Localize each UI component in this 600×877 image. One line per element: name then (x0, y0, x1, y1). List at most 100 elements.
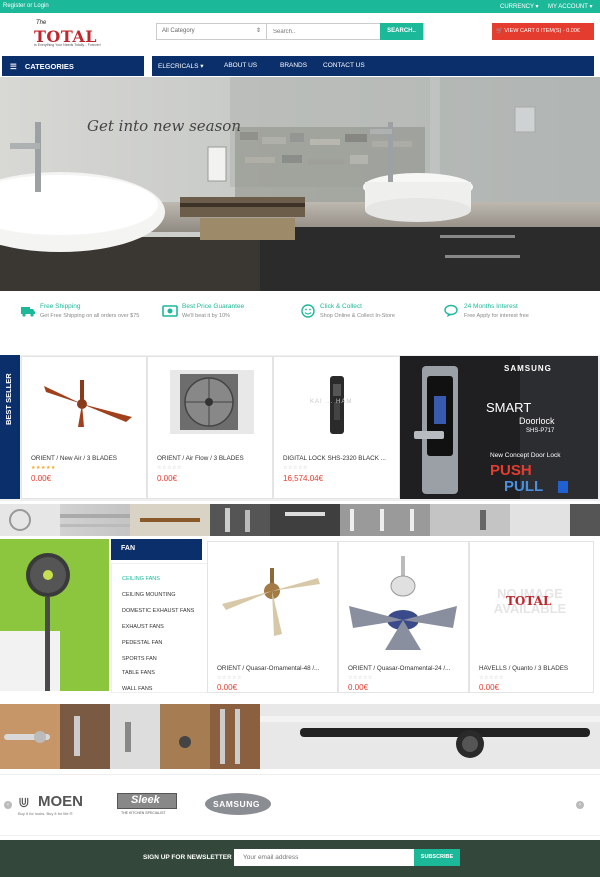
lock-brand-watermark: KAI ... HAM (310, 399, 353, 405)
auth-separator: or (25, 3, 35, 9)
feature-title: Click & Collect (320, 303, 362, 310)
carousel-next-icon[interactable]: › (576, 801, 584, 809)
brand-sleek-name: Sleek (131, 794, 160, 806)
site-logo[interactable]: The TOTAL Is Everything Your Needs Total… (34, 20, 106, 50)
brands-carousel: ‹ › ⋓ MOEN Buy it for looks. Buy it for … (0, 774, 600, 836)
samsung-doorlock-ad[interactable]: SAMSUNG SMART Doorlock SHS-P717 New Conc… (400, 356, 598, 499)
subscribe-button[interactable]: SUBSCRIBE (414, 849, 460, 866)
fan-menu-item[interactable]: SPORTS FAN (122, 656, 157, 660)
product-name[interactable]: ORIENT / Quasar-Ornamental-24 /... (348, 665, 472, 672)
fan-menu-item[interactable]: CEILING MOUNTING (122, 592, 175, 598)
brand-sleek-tagline: THE KITCHEN SPECIALIST (121, 811, 166, 815)
search-input[interactable] (269, 24, 381, 39)
cart-label: VIEW CART 0 ITEM(S) - 0.00€ (504, 28, 580, 34)
brand-moen-tagline: Buy it for looks. Buy it for life.® (18, 811, 73, 816)
my-account-dropdown[interactable]: MY ACCOUNT ▾ (548, 3, 592, 10)
pedestal-fan-image (0, 539, 109, 691)
brand-samsung-name: SAMSUNG (213, 799, 260, 809)
ornamental-fan-24-image (349, 556, 457, 650)
rating-stars-icon: ☆☆☆☆☆ (157, 465, 182, 471)
hero-bathroom-image (0, 77, 600, 291)
product-price: 0.00€ (479, 683, 500, 692)
moen-logo-icon: ⋓ (18, 794, 30, 810)
rating-stars-icon: ☆☆☆☆☆ (217, 675, 242, 681)
rating-stars-icon: ☆☆☆☆☆ (283, 465, 308, 471)
feature-desc: We'll beat it by 10% (182, 313, 231, 319)
chevron-updown-icon: ⇕ (255, 28, 261, 34)
product-name[interactable]: ORIENT / New Air / 3 BLADES (31, 455, 117, 462)
fan-menu-item[interactable]: EXHAUST FANS (122, 624, 164, 630)
search-bar: All Category ⇕ SEARCH.. (156, 23, 424, 40)
hero-tagline: Get into new season (87, 117, 241, 135)
no-image-logo: TOTAL (506, 594, 552, 608)
chat-icon (444, 304, 458, 317)
product-card[interactable]: ORIENT / Quasar-Ornamental-48 /... ☆☆☆☆☆… (207, 541, 338, 693)
currency-dropdown[interactable]: CURRENCY ▾ (500, 3, 539, 10)
feature-title: Best Price Guarantee (182, 303, 245, 310)
product-price: 0.00€ (157, 474, 178, 483)
product-name[interactable]: ORIENT / Quasar-Ornamental-48 /... (217, 665, 341, 672)
feature-desc: Free Apply for interest free (464, 313, 529, 319)
ceiling-fan-image (44, 380, 132, 427)
product-name[interactable]: DIGITAL LOCK SHS-2320 BLACK ... (283, 455, 393, 462)
brand-sleek[interactable]: Sleek THE KITCHEN SPECIALIST (117, 793, 177, 817)
product-price: 0.00€ (348, 683, 369, 692)
fan-menu-item[interactable]: PEDESTAL FAN (122, 640, 162, 646)
product-card[interactable]: ORIENT / Quasar-Ornamental-24 /... ☆☆☆☆☆… (338, 541, 469, 693)
top-bar: Register or Login CURRENCY ▾ MY ACCOUNT … (0, 0, 600, 13)
truck-icon (21, 307, 35, 317)
features-row: Free Shipping Get Free Shipping on all o… (0, 291, 600, 341)
ad-push: PUSH (490, 462, 532, 479)
brand-samsung[interactable]: SAMSUNG (205, 793, 271, 815)
auth-links: Register or Login (3, 3, 49, 9)
fan-menu-item[interactable]: DOMESTIC EXHAUST FANS (122, 608, 194, 614)
door-handles-banner[interactable] (0, 704, 600, 769)
logo-the: The (36, 20, 47, 26)
fan-menu-item[interactable]: WALL FANS (122, 686, 152, 692)
category-select[interactable]: All Category ⇕ (157, 24, 267, 39)
door-handles-image (0, 704, 600, 769)
newsletter-email-input[interactable] (234, 849, 414, 866)
product-price: 16,574.04€ (283, 474, 324, 483)
search-button[interactable]: SEARCH.. (380, 23, 423, 40)
faucet-banner-strip[interactable] (0, 504, 600, 536)
digital-lock-image (330, 376, 344, 434)
register-link[interactable]: Register (3, 3, 25, 9)
newsletter-bar: SIGN UP FOR NEWSLETTER SUBSCRIBE (0, 840, 600, 877)
feature-best-price: Best Price Guarantee We'll beat it by 10… (162, 303, 245, 320)
nav-item-brands[interactable]: BRANDS (280, 62, 307, 69)
logo-tagline: Is Everything Your Needs Totally... Fore… (34, 43, 101, 47)
feature-desc: Get Free Shipping on all orders over $75 (40, 313, 140, 319)
ad-smart: SMART (486, 400, 532, 415)
cart-icon: 🛒 (496, 28, 503, 34)
product-name[interactable]: ORIENT / Air Flow / 3 BLADES (157, 455, 244, 462)
fan-promo-image[interactable] (0, 539, 109, 691)
rating-stars-icon: ☆☆☆☆☆ (479, 675, 504, 681)
hero-banner[interactable]: Get into new season (0, 77, 600, 291)
ad-doorlock: Doorlock (519, 416, 555, 426)
best-seller-label: BEST SELLER (4, 373, 13, 425)
fan-menu-item[interactable]: TABLE FANS (122, 670, 155, 676)
fan-category-list: CEILING FANS CEILING MOUNTING DOMESTIC E… (111, 563, 208, 693)
feature-free-shipping: Free Shipping Get Free Shipping on all o… (21, 303, 150, 320)
fan-menu-item[interactable]: CEILING FANS (122, 576, 160, 582)
product-card[interactable]: ORIENT / New Air / 3 BLADES ★★★★★ 0.00€ (21, 356, 147, 499)
feature-interest: 24 Months Interest Free Apply for intere… (444, 303, 529, 320)
brand-moen[interactable]: ⋓ MOEN Buy it for looks. Buy it for life… (18, 793, 88, 823)
faucet-strip-image (0, 504, 600, 536)
nav-item-contact-us[interactable]: CONTACT US (323, 62, 365, 69)
view-cart-button[interactable]: 🛒 VIEW CART 0 ITEM(S) - 0.00€ (492, 23, 594, 40)
login-link[interactable]: Login (34, 3, 49, 9)
ad-brand: SAMSUNG (504, 364, 552, 373)
exhaust-fan-image (170, 370, 254, 434)
carousel-prev-icon[interactable]: ‹ (4, 801, 12, 809)
nav-item-about-us[interactable]: ABOUT US (224, 62, 257, 69)
product-card[interactable]: ORIENT / Air Flow / 3 BLADES ☆☆☆☆☆ 0.00€ (147, 356, 273, 499)
categories-button[interactable]: ☰ CATEGORIES (2, 56, 144, 76)
nav-item-electricals[interactable]: ELECRICALS ▾ (158, 62, 204, 70)
product-name[interactable]: HAVELLS / Quanto / 3 BLADES (479, 665, 597, 672)
ad-pull: PULL (504, 478, 544, 495)
product-card[interactable]: KAI ... HAM DIGITAL LOCK SHS-2320 BLACK … (273, 356, 400, 499)
ornamental-fan-48-image (222, 568, 320, 636)
product-card[interactable]: NO IMAGE AVAILABLE TOTAL HAVELLS / Quant… (469, 541, 594, 693)
